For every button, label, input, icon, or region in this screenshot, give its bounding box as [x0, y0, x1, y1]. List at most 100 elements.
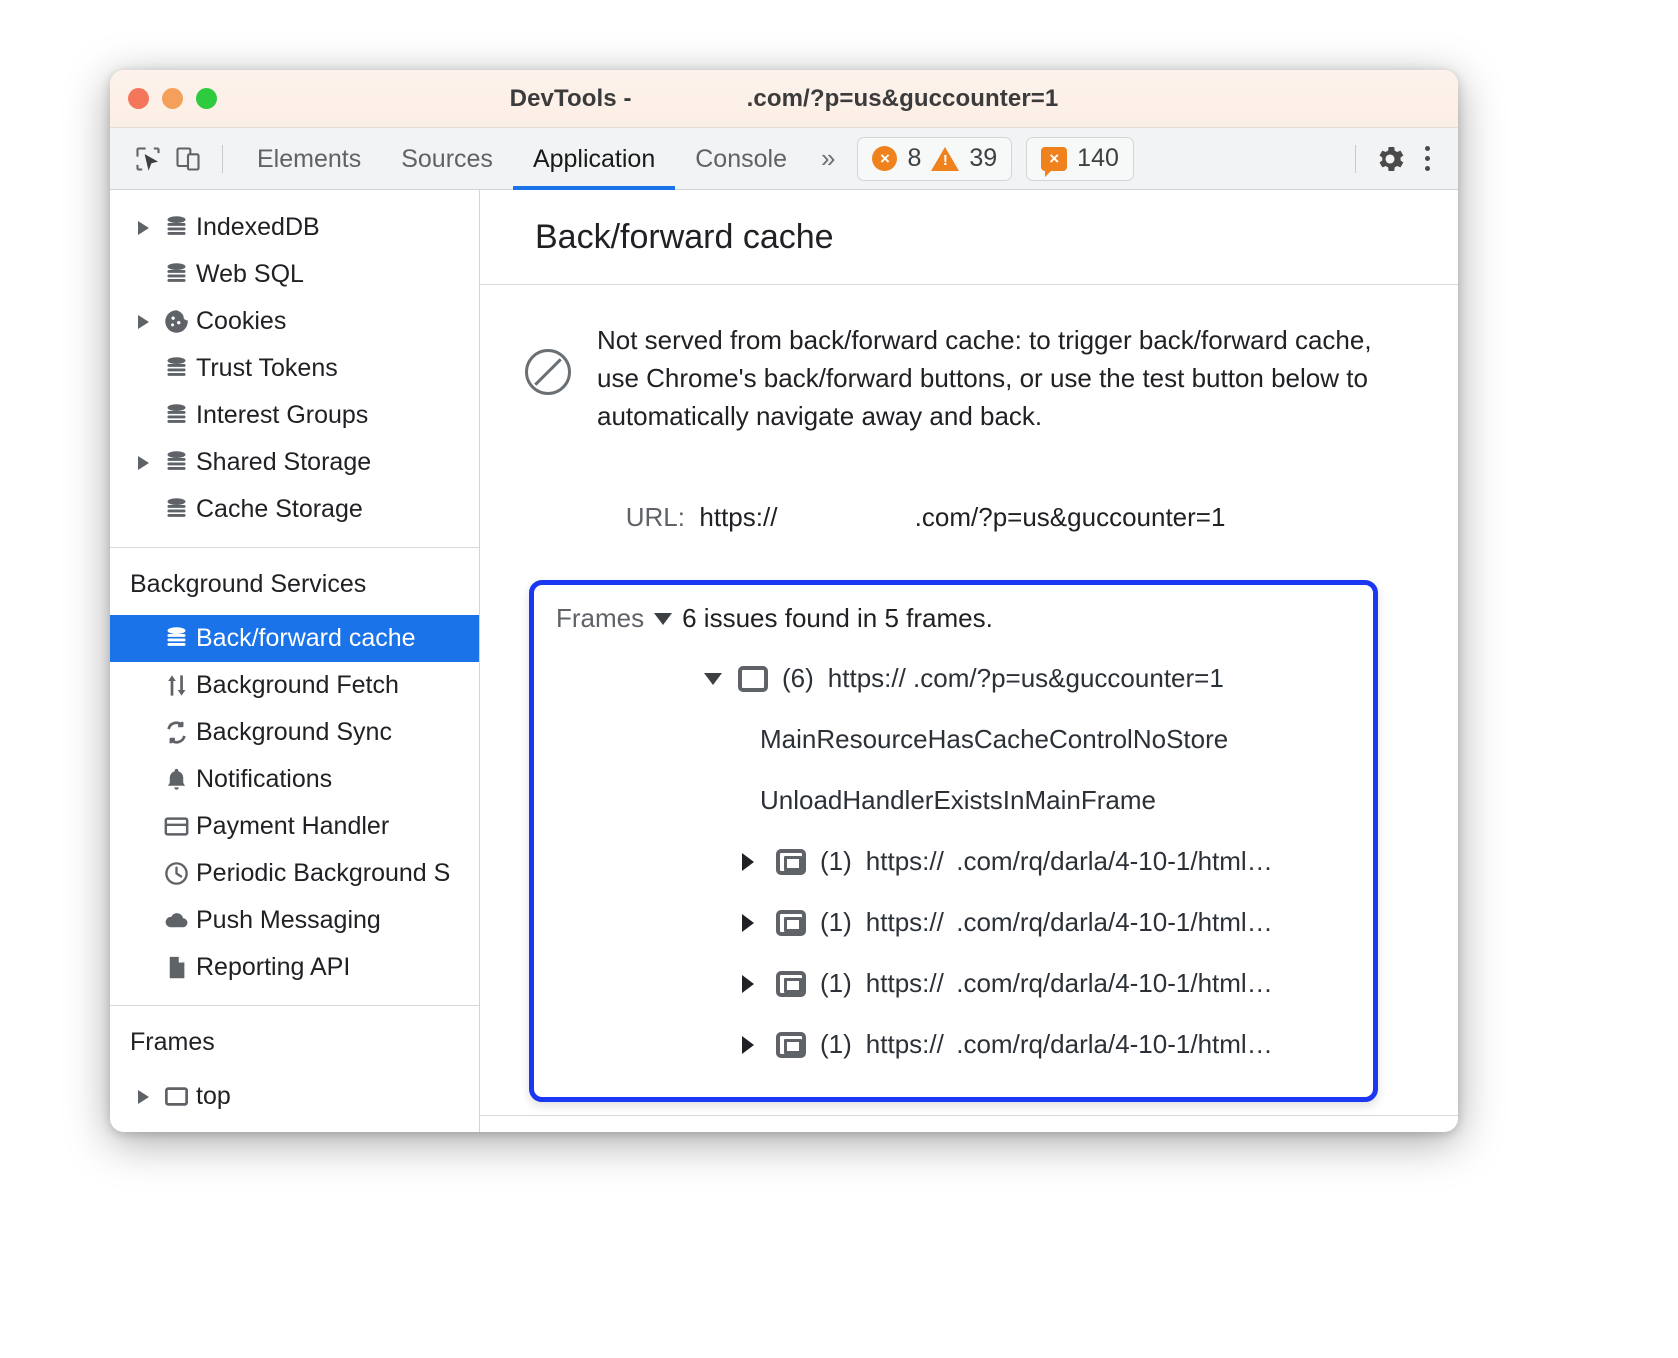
frame-icon	[156, 1083, 196, 1110]
sidebar-item-background-sync[interactable]: Background Sync	[110, 709, 479, 756]
sidebar-section-background-services: Background Services	[110, 547, 479, 615]
sidebar-item-notifications[interactable]: Notifications	[110, 756, 479, 803]
tab-elements[interactable]: Elements	[237, 128, 381, 190]
sidebar-item-reporting-api[interactable]: Reporting API	[110, 944, 479, 991]
frame-url: https:// .com/rq/darla/4-10-1/html…	[865, 846, 1273, 876]
chevron-right-icon[interactable]	[742, 1035, 762, 1054]
toolbar-right-group	[1341, 139, 1444, 179]
credit-card-icon	[156, 813, 196, 840]
sidebar-item-push-messaging[interactable]: Push Messaging	[110, 897, 479, 944]
sidebar-item-label: Notifications	[196, 765, 333, 793]
sidebar-item-label: Background Fetch	[196, 671, 399, 699]
database-icon	[156, 402, 196, 429]
sidebar-item-label: Trust Tokens	[196, 354, 338, 382]
frame-icon	[738, 665, 768, 692]
frame-tree-row-sub[interactable]: (1) https:// .com/rq/darla/4-10-1/html…	[534, 1014, 1373, 1075]
frame-url: https:// .com/rq/darla/4-10-1/html…	[865, 968, 1273, 998]
clock-icon	[156, 860, 196, 887]
sidebar-item-payment-handler[interactable]: Payment Handler	[110, 803, 479, 850]
gear-icon[interactable]	[1370, 139, 1410, 179]
chevron-right-icon[interactable]	[742, 913, 762, 932]
database-icon	[156, 261, 196, 288]
chevron-right-icon[interactable]	[130, 455, 156, 470]
frames-tree-highlight-box: Frames 6 issues found in 5 frames. (6) h…	[529, 580, 1378, 1102]
frame-url: https:// .com/rq/darla/4-10-1/html…	[865, 907, 1273, 937]
sidebar-item-cache-storage[interactable]: Cache Storage	[110, 486, 479, 533]
frame-issue-count: (1)	[820, 907, 852, 937]
chevron-right-icon[interactable]	[742, 974, 762, 993]
screenshot-root: DevTools - .com/?p=us&guccounter=1 Eleme…	[0, 0, 1678, 1358]
devtools-toolbar: Elements Sources Application Console » ×…	[110, 128, 1458, 190]
frames-tree-header[interactable]: Frames 6 issues found in 5 frames.	[534, 603, 1373, 634]
nested-frame-icon	[776, 848, 806, 875]
sidebar-item-label: Back/forward cache	[196, 624, 416, 652]
frame-reason-row: MainResourceHasCacheControlNoStore	[760, 724, 1229, 754]
tab-sources[interactable]: Sources	[381, 128, 513, 190]
sidebar-item-label: Reporting API	[196, 953, 351, 981]
frame-url: https:// .com/?p=us&guccounter=1	[827, 663, 1224, 693]
sidebar-item-label: Cache Storage	[196, 495, 363, 523]
frame-tree-row-sub[interactable]: (1) https:// .com/rq/darla/4-10-1/html…	[534, 892, 1373, 953]
frame-tree-row-main[interactable]: (6) https:// .com/?p=us&guccounter=1	[534, 648, 1373, 709]
kebab-menu-icon[interactable]	[1410, 139, 1444, 179]
sidebar-item-cookies[interactable]: Cookies	[110, 298, 479, 345]
sidebar-item-label: IndexedDB	[196, 213, 320, 241]
inspect-cursor-icon[interactable]	[128, 139, 168, 179]
issues-counter[interactable]: × 140	[1026, 136, 1134, 181]
frame-issue-count: (1)	[820, 968, 852, 998]
chevron-right-icon[interactable]	[742, 852, 762, 871]
frames-label: Frames	[556, 603, 645, 633]
sidebar-item-label: Periodic Background S	[196, 859, 451, 887]
nested-frame-icon	[776, 909, 806, 936]
sidebar-item-indexeddb[interactable]: IndexedDB	[110, 204, 479, 251]
error-warning-counters[interactable]: × 8 39	[857, 136, 1013, 181]
frame-issue-count: (1)	[820, 1029, 852, 1059]
frame-reason-row: UnloadHandlerExistsInMainFrame	[760, 785, 1156, 815]
sidebar-item-background-fetch[interactable]: Background Fetch	[110, 662, 479, 709]
sidebar-item-interest-groups[interactable]: Interest Groups	[110, 392, 479, 439]
database-icon	[156, 355, 196, 382]
sidebar-item-web-sql[interactable]: Web SQL	[110, 251, 479, 298]
sidebar-item-label: Interest Groups	[196, 401, 369, 429]
chevron-right-icon[interactable]	[130, 220, 156, 235]
frame-url: https:// .com/rq/darla/4-10-1/html…	[865, 1029, 1273, 1059]
tab-console[interactable]: Console	[675, 128, 807, 190]
toolbar-divider	[222, 144, 223, 173]
chevron-down-icon[interactable]	[704, 672, 724, 685]
database-icon	[156, 496, 196, 523]
sidebar-item-label: Payment Handler	[196, 812, 390, 840]
more-tabs-icon[interactable]: »	[807, 143, 847, 174]
frames-summary: 6 issues found in 5 frames.	[682, 603, 993, 633]
application-sidebar[interactable]: IndexedDB Web SQL Cookies Trust Tokens I…	[110, 190, 480, 1132]
bell-icon	[156, 766, 196, 793]
chevron-down-icon[interactable]	[654, 612, 673, 625]
page-url-row: URL: https:// .com/?p=us&guccounter=1	[539, 471, 1418, 564]
database-icon	[156, 625, 196, 652]
sidebar-item-top-frame[interactable]: top	[110, 1073, 479, 1120]
panel-content: Not served from back/forward cache: to t…	[480, 285, 1458, 1132]
panel-footer-divider	[480, 1115, 1458, 1116]
page-title: Back/forward cache	[480, 190, 1458, 285]
sidebar-item-shared-storage[interactable]: Shared Storage	[110, 439, 479, 486]
sidebar-item-back-forward-cache[interactable]: Back/forward cache	[110, 615, 479, 662]
database-icon	[156, 214, 196, 241]
sidebar-item-label: Cookies	[196, 307, 287, 335]
sidebar-item-label: Shared Storage	[196, 448, 372, 476]
chevron-right-icon[interactable]	[130, 314, 156, 329]
devtools-window: DevTools - .com/?p=us&guccounter=1 Eleme…	[110, 70, 1458, 1132]
sidebar-item-trust-tokens[interactable]: Trust Tokens	[110, 345, 479, 392]
cookie-icon	[156, 308, 196, 335]
sidebar-item-label: Background Sync	[196, 718, 392, 746]
frame-tree-row-sub[interactable]: (1) https:// .com/rq/darla/4-10-1/html…	[534, 953, 1373, 1014]
cloud-icon	[156, 907, 196, 934]
frame-tree-row-sub[interactable]: (1) https:// .com/rq/darla/4-10-1/html…	[534, 831, 1373, 892]
nested-frame-icon	[776, 970, 806, 997]
tab-application[interactable]: Application	[513, 128, 675, 190]
frame-issue-count: (6)	[782, 663, 814, 693]
sidebar-item-periodic-background-sync[interactable]: Periodic Background S	[110, 850, 479, 897]
sidebar-item-clipped[interactable]	[110, 190, 479, 204]
device-toolbar-icon[interactable]	[168, 139, 208, 179]
window-title: DevTools - .com/?p=us&guccounter=1	[509, 84, 1059, 112]
chevron-right-icon[interactable]	[130, 1089, 156, 1104]
error-count: 8	[907, 144, 922, 172]
